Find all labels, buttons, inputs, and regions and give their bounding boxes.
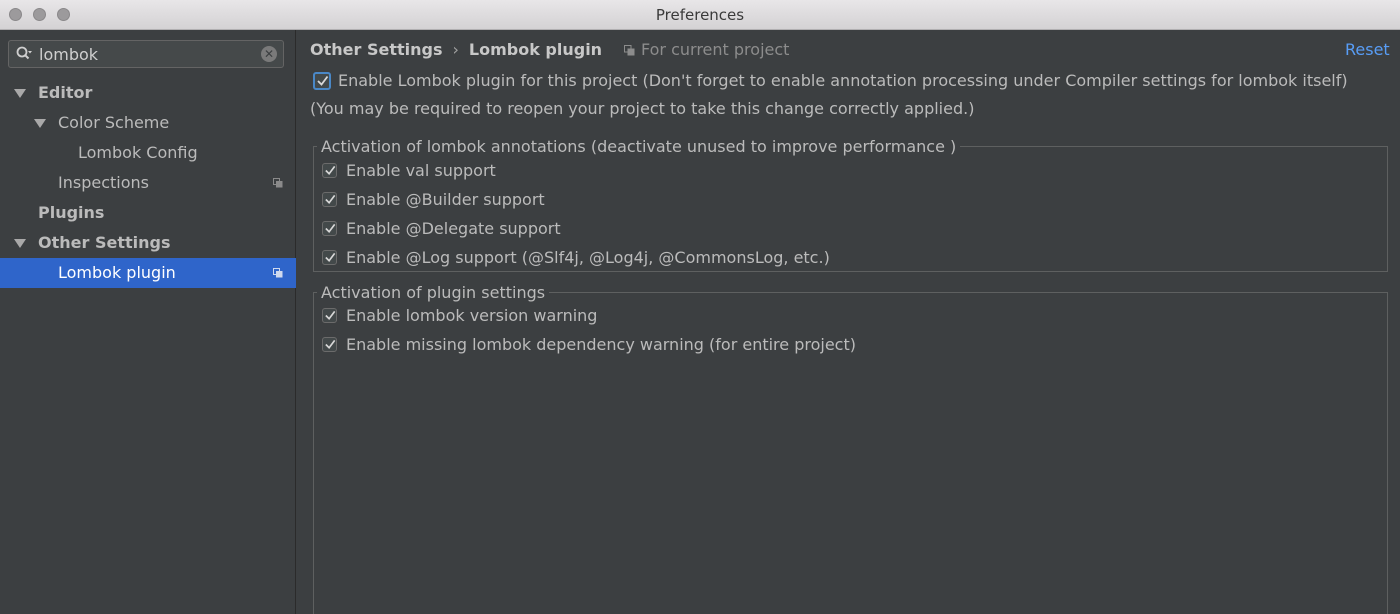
clear-search-icon[interactable]: ✕ <box>261 46 277 62</box>
dependency-warning-checkbox[interactable] <box>322 337 337 352</box>
checkmark-icon <box>325 223 336 234</box>
checkmark-icon <box>317 75 329 86</box>
search-input[interactable] <box>39 44 249 64</box>
sidebar-item-inspections[interactable]: Inspections <box>0 168 296 198</box>
breadcrumb-item[interactable]: Other Settings <box>310 40 442 59</box>
sidebar-item-plugins[interactable]: Plugins <box>0 198 296 228</box>
dependency-warning-label[interactable]: Enable missing lombok dependency warning… <box>346 335 856 354</box>
checkmark-icon <box>325 252 336 263</box>
window-title: Preferences <box>655 6 745 24</box>
project-scope-icon <box>273 268 283 278</box>
expanded-arrow-icon[interactable] <box>14 89 26 98</box>
sidebar-item-color-scheme[interactable]: Color Scheme <box>0 108 296 138</box>
enable-plugin-label[interactable]: Enable Lombok plugin for this project (D… <box>338 71 1348 90</box>
val-support-checkbox[interactable] <box>322 163 337 178</box>
expanded-arrow-icon[interactable] <box>14 239 26 248</box>
scope-label: For current project <box>641 40 790 59</box>
sidebar-item-label: Other Settings <box>38 233 171 252</box>
delegate-support-checkbox[interactable] <box>322 221 337 236</box>
builder-support-checkbox[interactable] <box>322 192 337 207</box>
sidebar-item-label: Editor <box>38 83 93 102</box>
expanded-arrow-icon[interactable] <box>34 119 46 128</box>
version-warning-checkbox[interactable] <box>322 308 337 323</box>
builder-support-label[interactable]: Enable @Builder support <box>346 190 545 209</box>
checkmark-icon <box>325 194 336 205</box>
version-warning-label[interactable]: Enable lombok version warning <box>346 306 597 325</box>
sidebar-item-label: Inspections <box>58 173 149 192</box>
project-scope-icon <box>273 178 283 188</box>
settings-sidebar: ✕ Editor Color Scheme Lombok Config Insp… <box>0 30 296 614</box>
val-support-label[interactable]: Enable val support <box>346 161 496 180</box>
search-box[interactable]: ✕ <box>8 40 284 68</box>
sidebar-item-lombok-plugin[interactable]: Lombok plugin <box>0 258 296 288</box>
reopen-note: (You may be required to reopen your proj… <box>310 99 975 118</box>
annotations-group-title: Activation of lombok annotations (deacti… <box>317 137 961 156</box>
sidebar-item-label: Plugins <box>38 203 105 222</box>
checkmark-icon <box>325 310 336 321</box>
project-scope-icon <box>624 45 635 56</box>
sidebar-item-editor[interactable]: Editor <box>0 78 296 108</box>
scope-indicator: For current project <box>624 40 789 59</box>
sidebar-item-label: Color Scheme <box>58 113 170 132</box>
log-support-label[interactable]: Enable @Log support (@Slf4j, @Log4j, @Co… <box>346 248 830 267</box>
search-icon[interactable] <box>15 45 33 63</box>
sidebar-item-label: Lombok plugin <box>58 263 176 282</box>
reset-link[interactable]: Reset <box>1345 40 1390 59</box>
sidebar-item-other-settings[interactable]: Other Settings <box>0 228 296 258</box>
enable-plugin-checkbox[interactable] <box>313 72 331 90</box>
breadcrumb: Other Settings › Lombok plugin <box>310 40 602 62</box>
checkmark-icon <box>325 165 336 176</box>
log-support-checkbox[interactable] <box>322 250 337 265</box>
breadcrumb-separator: › <box>452 40 459 59</box>
breadcrumb-item: Lombok plugin <box>468 40 603 59</box>
delegate-support-label[interactable]: Enable @Delegate support <box>346 219 561 238</box>
sidebar-item-lombok-config[interactable]: Lombok Config <box>0 138 296 168</box>
title-bar: Preferences <box>0 0 1400 30</box>
plugin-settings-group-title: Activation of plugin settings <box>317 283 550 302</box>
sidebar-item-label: Lombok Config <box>78 143 198 162</box>
checkmark-icon <box>325 339 336 350</box>
